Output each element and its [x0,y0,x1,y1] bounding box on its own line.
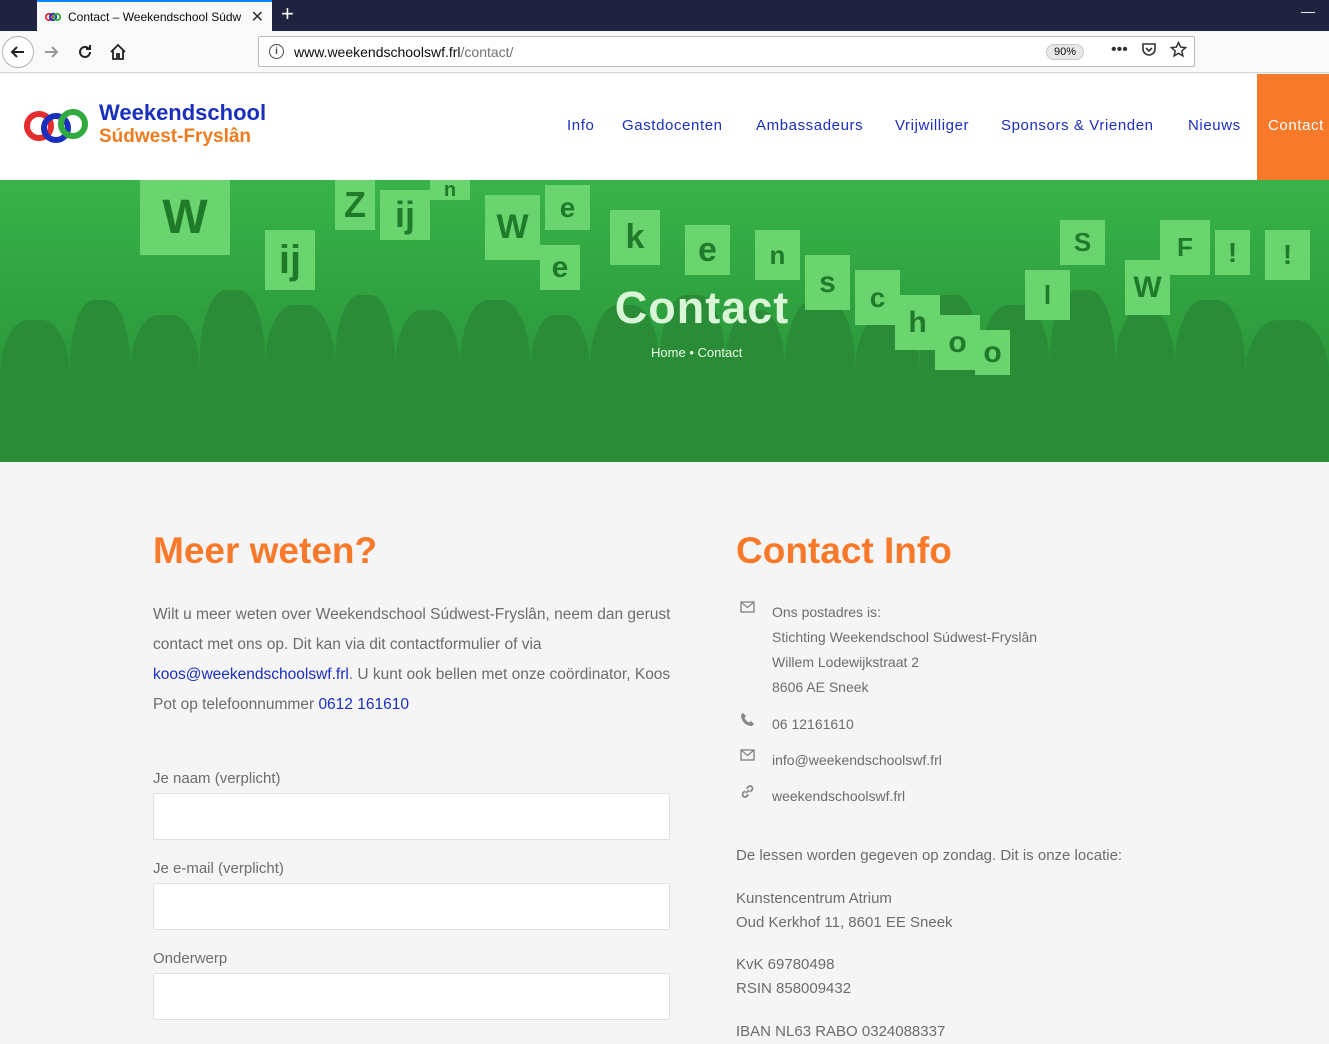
intro-phone-link[interactable]: 0612 161610 [318,696,409,713]
hero-banner: Wij Zij n We e k e n s c h o o l S W F!! Contact Home • … [0,180,1329,462]
bookmark-star-icon[interactable] [1169,40,1188,63]
forward-icon[interactable] [38,39,64,65]
menu-item-info[interactable]: Info [567,117,594,134]
breadcrumb: Home • Contact [651,345,742,360]
back-icon[interactable] [2,36,34,68]
hero-letter-card: o [975,330,1010,375]
phone-row: 06 12161610 [736,712,854,737]
website-row: weekendschoolswf.frl [736,784,905,809]
email-field[interactable] [153,883,670,930]
phone-icon [736,712,772,737]
more-actions-icon[interactable]: ••• [1111,41,1128,59]
intro-text: Wilt u meer weten over Weekendschool Súd… [153,600,673,720]
section-heading-meer-weten: Meer weten? [153,530,378,571]
hero-letter-card: n [430,180,470,201]
hero-letter-card: e [685,225,730,275]
address-city: 8606 AE Sneek [772,679,869,695]
name-field-label: Je naam (verplicht) [153,770,281,787]
intro-text-part1: Wilt u meer weten over Weekendschool Súd… [153,606,671,653]
hero-photo-person [1245,320,1329,462]
name-field[interactable] [153,793,670,840]
address-bar[interactable]: i www.weekendschoolswf.frl/contact/ 90% … [258,36,1195,67]
hero-letter-card: F [1160,220,1210,275]
subject-field[interactable] [153,973,670,1020]
email-field-label: Je e-mail (verplicht) [153,860,284,877]
browser-tab-bar: Contact – Weekendschool Súdw ✕ + — [0,0,1329,31]
minimize-icon[interactable]: — [1301,3,1315,19]
logo-subtitle: Súdwest-Fryslân [99,126,252,147]
envelope-icon [736,748,772,773]
page-title: Contact [614,282,790,333]
rsin-number: RSIN 858009432 [736,980,852,997]
hero-letter-card: W [140,180,230,255]
breadcrumb-current: Contact [697,345,743,360]
hero-letter-card: k [610,210,660,265]
envelope-icon [736,600,772,700]
close-tab-icon[interactable]: ✕ [251,7,264,27]
email-row: info@weekendschoolswf.frl [736,748,942,773]
breadcrumb-home[interactable]: Home [651,345,686,360]
hero-letter-card: ij [265,230,315,290]
hero-letter-card: W [485,195,540,260]
address-organisation: Stichting Weekendschool Súdwest-Fryslân [772,629,1038,645]
hero-photo-person [0,320,70,462]
email-link[interactable]: info@weekendschoolswf.frl [772,748,942,773]
tab-title: Contact – Weekendschool Súdw [68,9,242,24]
contact-info-section: Contact Info Ons postadres is: Stichting… [736,530,1256,1040]
hero-letter-card: Z [335,180,375,230]
iban-number: IBAN NL63 RABO 0324088337 [736,1023,946,1040]
breadcrumb-separator: • [689,345,694,360]
lessons-text: De lessen worden gegeven op zondag. Dit … [736,847,1123,864]
site-logo[interactable]: Weekendschool Súdwest-Fryslân [23,100,273,154]
menu-item-vrijwilliger[interactable]: Vrijwilliger [895,117,969,134]
address-label: Ons postadres is: [772,604,881,620]
hero-letter-card: ij [380,190,430,240]
hero-letter-card: ! [1215,230,1250,275]
menu-item-ambassadeurs[interactable]: Ambassadeurs [756,117,863,134]
hero-letter-card: e [545,185,590,230]
site-info-icon[interactable]: i [269,44,284,59]
menu-item-nieuws[interactable]: Nieuws [1188,117,1241,134]
address-street: Willem Lodewijkstraat 2 [772,654,920,670]
browser-tab[interactable]: Contact – Weekendschool Súdw ✕ [37,0,272,31]
section-heading-contact-info: Contact Info [736,530,952,571]
kvk-number: KvK 69780498 [736,956,835,973]
logo-title: Weekendschool [99,100,267,125]
site-favicon-icon [44,11,62,23]
pocket-icon[interactable] [1141,41,1157,62]
hero-letter-card: S [1060,220,1105,265]
home-icon[interactable] [105,39,131,65]
hero-photo-person [130,315,200,462]
zoom-indicator[interactable]: 90% [1046,44,1085,60]
new-tab-icon[interactable]: + [281,1,294,27]
location-address-link[interactable]: Oud Kerkhof 11, 8601 EE Sneek [736,911,953,935]
menu-item-contact[interactable]: Contact [1257,74,1329,180]
logo-rings-icon [24,109,88,143]
reload-icon[interactable] [72,39,98,65]
menu-item-sponsors[interactable]: Sponsors & Vrienden [1001,117,1154,134]
link-icon [736,784,772,809]
site-header: Weekendschool Súdwest-Fryslân Info Gastd… [0,74,1329,180]
hero-letter-card: n [755,230,800,280]
hero-letter-card: ! [1265,230,1310,280]
menu-item-gastdocenten[interactable]: Gastdocenten [622,117,723,134]
subject-field-label: Onderwerp [153,950,228,967]
phone-link[interactable]: 06 12161610 [772,712,854,737]
browser-toolbar: i www.weekendschoolswf.frl/contact/ 90% … [0,31,1329,73]
hero-photo-person [530,315,590,462]
intro-email-link[interactable]: koos@weekendschoolswf.frl [153,666,349,683]
website-link[interactable]: weekendschoolswf.frl [772,784,905,809]
postal-address: Ons postadres is: Stichting Weekendschoo… [736,600,1037,700]
contact-form-section: Meer weten? Wilt u meer weten over Weeke… [153,530,673,1020]
location-name: Kunstencentrum Atrium [736,890,892,907]
menu-item-contact-label: Contact [1268,117,1324,134]
